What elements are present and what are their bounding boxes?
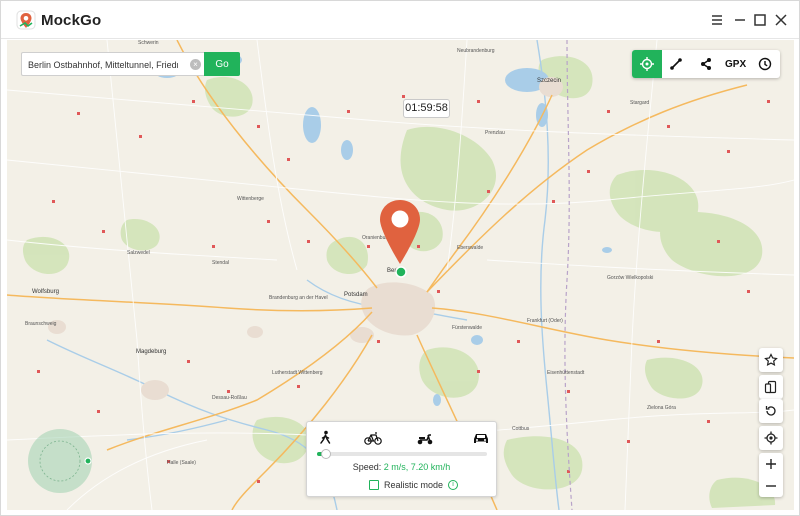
cooldown-timer: 01:59:58	[403, 99, 450, 118]
app-title: MockGo	[41, 12, 102, 29]
plus-icon	[766, 459, 776, 469]
joystick-control[interactable]	[25, 415, 95, 495]
go-button[interactable]: Go	[204, 52, 240, 76]
locate-icon	[764, 431, 778, 445]
map-label: Cottbus	[512, 426, 530, 432]
gpx-import-button[interactable]: GPX	[721, 50, 751, 78]
zoom-controls	[759, 453, 783, 497]
star-icon	[764, 353, 778, 367]
speed-value: 2 m/s, 7.20 km/h	[383, 462, 451, 472]
close-button[interactable]	[771, 10, 791, 30]
minimize-icon	[735, 19, 745, 21]
map-label: Eisenhüttenstadt	[547, 370, 585, 376]
info-icon[interactable]: i	[448, 480, 459, 490]
zoom-out-button[interactable]	[759, 475, 783, 497]
realistic-mode-checkbox[interactable]	[369, 480, 379, 490]
map-label: Prenzlau	[485, 130, 505, 136]
bike-mode-button[interactable]	[362, 429, 384, 447]
mockgo-logo-icon	[16, 10, 36, 30]
device-switch-button[interactable]	[759, 375, 783, 399]
location-pin-icon[interactable]	[378, 198, 422, 280]
clear-search-icon[interactable]: ×	[190, 59, 201, 70]
locate-me-button[interactable]	[759, 426, 783, 450]
crosshair-icon	[639, 57, 654, 71]
app-window: MockGo Schwerin Szczecin Berlin Potsdam …	[0, 0, 800, 516]
scooter-mode-button[interactable]	[414, 429, 436, 447]
map-label: Halle (Saale)	[167, 460, 196, 466]
title-bar: MockGo	[1, 1, 799, 39]
speed-panel: Speed: 2 m/s, 7.20 km/h Realistic mode i	[306, 421, 497, 497]
close-icon	[775, 14, 787, 26]
maximize-icon	[754, 14, 766, 26]
history-button[interactable]	[750, 50, 780, 78]
maximize-button[interactable]	[750, 10, 770, 30]
zoom-in-button[interactable]	[759, 453, 783, 475]
speed-label: Speed:	[352, 462, 382, 472]
realistic-mode-option: Realistic mode i	[369, 478, 459, 492]
speed-slider[interactable]	[317, 449, 487, 459]
map-label: Salzwedel	[127, 250, 150, 256]
bicycle-icon	[364, 432, 382, 445]
map-label: Wolfsburg	[32, 289, 59, 295]
map-label: Neubrandenburg	[457, 48, 495, 54]
map-label: Magdeburg	[136, 349, 167, 355]
speed-slider-thumb[interactable]	[320, 449, 331, 459]
route-line-icon	[670, 58, 683, 70]
multi-spot-icon	[700, 58, 711, 70]
mode-toolbar: GPX	[632, 50, 780, 78]
map-label: Zielona Góra	[647, 405, 676, 411]
walk-mode-button[interactable]	[314, 429, 336, 447]
map-label: Lutherstadt Wittenberg	[272, 370, 323, 376]
teleport-mode-button[interactable]	[632, 50, 662, 78]
walking-icon	[320, 430, 331, 444]
menu-button[interactable]	[707, 10, 727, 30]
two-spot-mode-button[interactable]	[662, 50, 692, 78]
map-label: Braunschweig	[25, 321, 57, 327]
history-clock-icon	[758, 57, 772, 71]
realistic-mode-label: Realistic mode	[384, 480, 444, 490]
devices-icon	[764, 380, 777, 394]
map-label: Stendal	[212, 260, 229, 266]
speed-readout: Speed: 2 m/s, 7.20 km/h	[307, 462, 496, 472]
multi-spot-mode-button[interactable]	[691, 50, 721, 78]
map-label: Wittenberge	[237, 196, 264, 202]
map-label: Brandenburg an der Havel	[269, 295, 328, 301]
reset-location-button[interactable]	[759, 399, 783, 423]
favorites-button[interactable]	[759, 348, 783, 372]
car-mode-button[interactable]	[470, 429, 492, 447]
hamburger-menu-icon	[712, 15, 722, 25]
search-input[interactable]	[28, 56, 178, 73]
map-label: Frankfurt (Oder)	[527, 318, 563, 324]
minimize-button[interactable]	[730, 10, 750, 30]
map-label: Potsdam	[344, 292, 368, 298]
minus-icon	[766, 485, 776, 487]
map-label: Gorzów Wielkopolski	[607, 275, 654, 281]
map-label: Fürstenwalde	[452, 325, 483, 331]
search-bar: ×	[21, 52, 204, 76]
reset-icon	[765, 406, 776, 416]
scooter-icon	[417, 434, 433, 445]
car-icon	[474, 434, 488, 443]
map-label: Schwerin	[138, 40, 159, 46]
map-label: Stargard	[630, 100, 650, 106]
map-label: Eberswalde	[457, 245, 484, 251]
map-label: Dessau-Roßlau	[212, 395, 247, 401]
map-label: Szczecin	[537, 78, 562, 84]
